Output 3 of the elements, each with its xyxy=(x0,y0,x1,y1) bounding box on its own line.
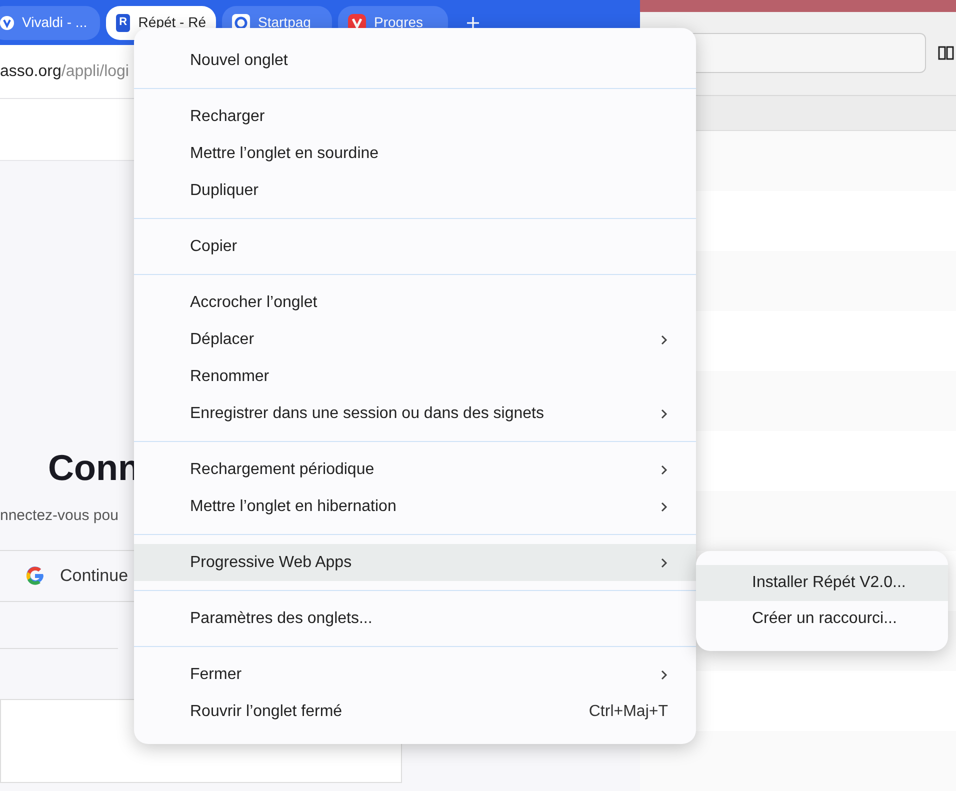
page-subtitle: nnectez-vous pou xyxy=(0,506,118,526)
shortcut-label: Ctrl+Maj+T xyxy=(588,702,668,722)
site-logo-icon: R xyxy=(116,14,130,32)
